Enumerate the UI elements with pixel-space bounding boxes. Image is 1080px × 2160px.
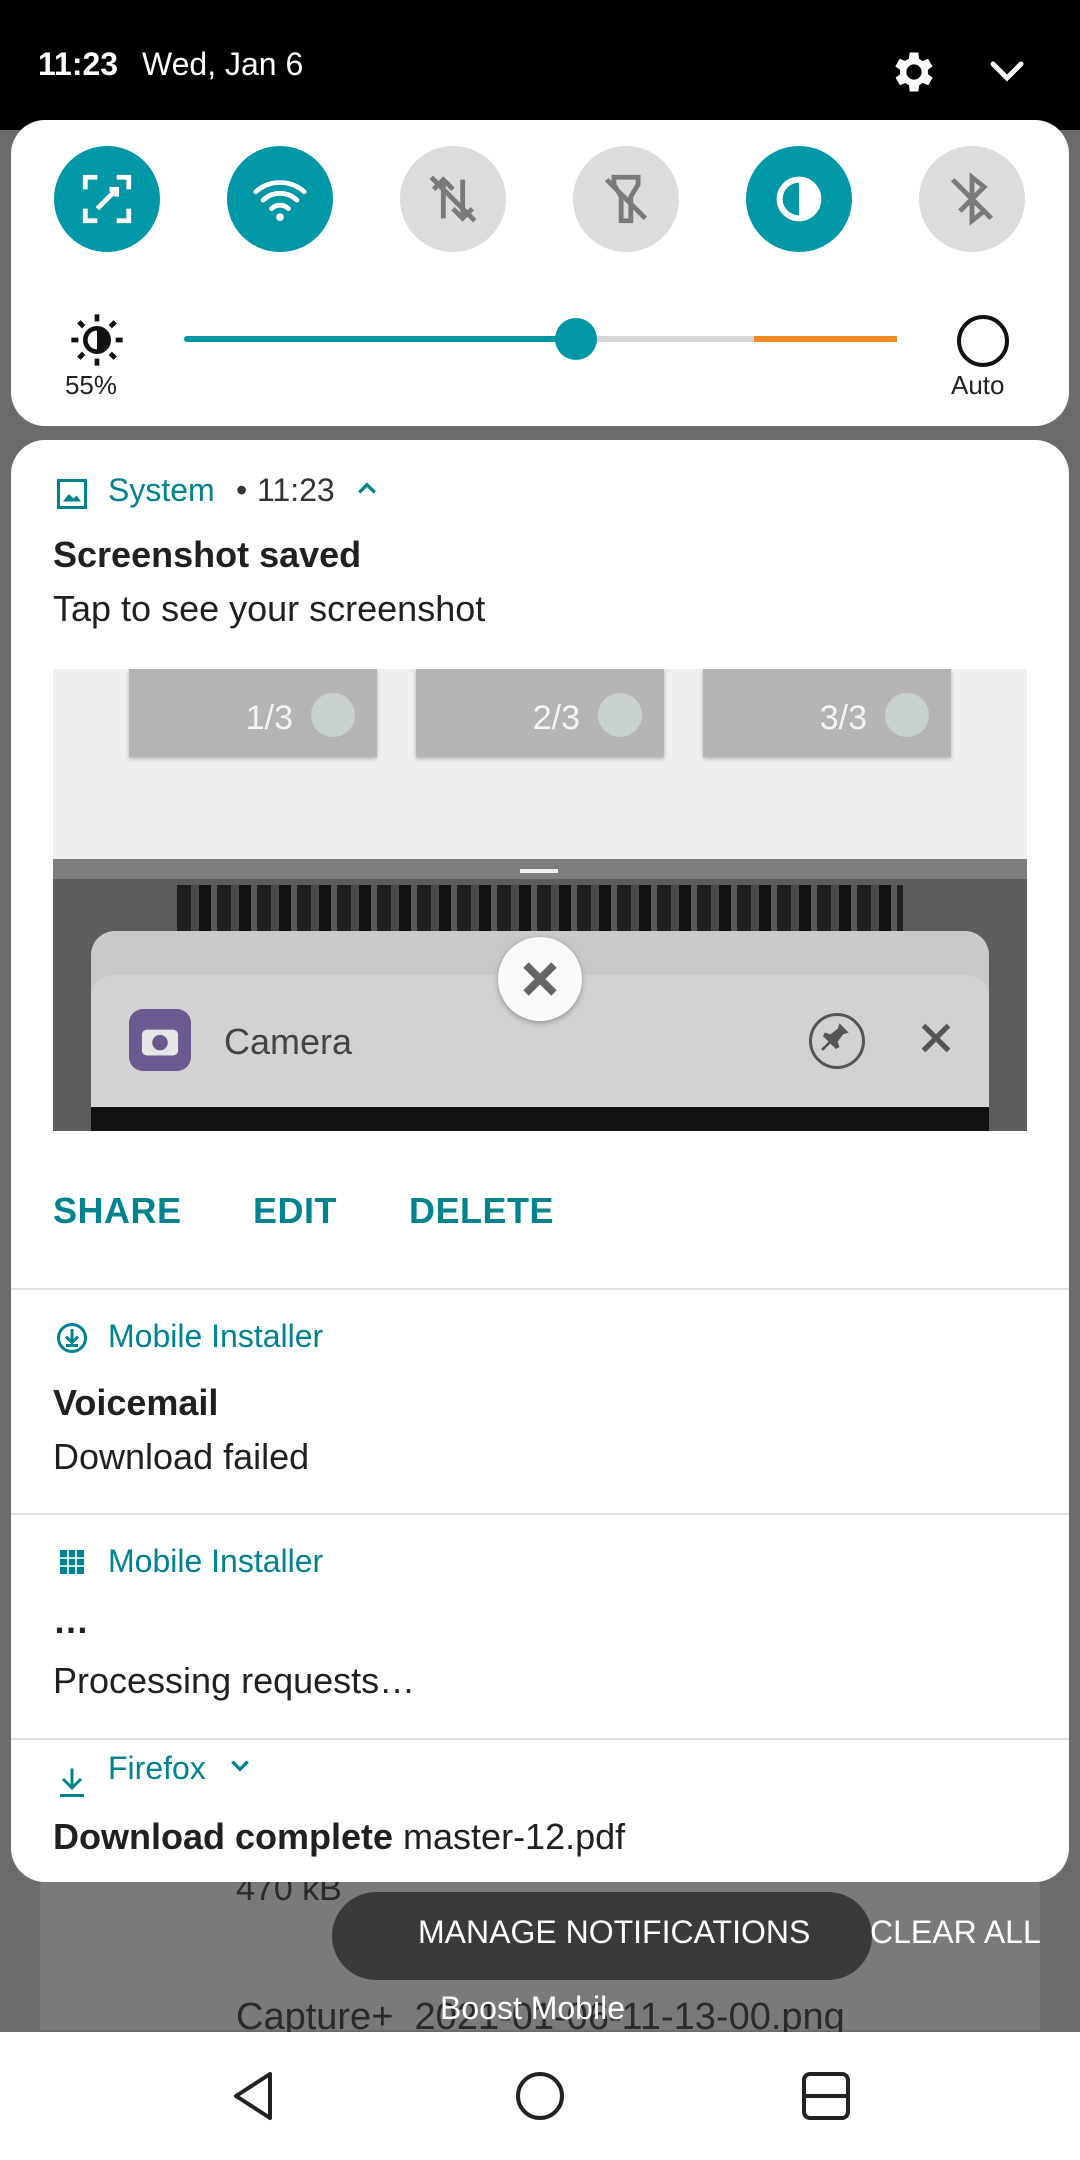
check-icon [598,693,642,737]
flashlight-off-icon [604,174,648,224]
screen-capture-tile[interactable] [54,146,160,252]
preview-page-label: 3/3 [819,699,867,737]
notification-separator: • [236,472,248,508]
notification-app-firefox: Firefox [108,1750,206,1786]
bluetooth-off-icon [950,172,994,226]
grid-app-icon [56,1546,88,1583]
expand-chevron-down-icon[interactable] [229,1758,251,1779]
flashlight-tile[interactable] [573,146,679,252]
divider [11,1738,1069,1740]
expand-chevron-icon[interactable] [356,480,378,501]
manage-notifications-button[interactable]: MANAGE NOTIFICATIONS [418,1914,810,1951]
brightness-high-zone [754,336,897,342]
wifi-tile[interactable] [227,146,333,252]
preview-card-bottom [91,1107,989,1131]
recents-icon[interactable] [798,2068,854,2124]
collapse-chevron-icon[interactable] [985,52,1029,92]
download-arrow-icon [54,1762,90,1807]
preview-handle [520,869,558,873]
screenshot-preview[interactable]: 1/3 2/3 3/3 Camera [53,669,1027,1131]
notification-app-system: System [108,472,215,508]
auto-brightness-label: Auto [951,370,1005,400]
notification-file-firefox: master-12.pdf [403,1816,626,1857]
mobile-data-off-icon [429,175,477,223]
auto-brightness-toggle[interactable] [957,315,1009,367]
preview-page-card: 3/3 [703,669,951,757]
brightness-icon [69,312,125,368]
delete-button[interactable]: DELETE [409,1190,554,1232]
notification-line-firefox: Download complete master-12.pdf [53,1816,625,1858]
notification-app-installer: Mobile Installer [108,1543,324,1579]
notification-title-firefox: Download complete [53,1816,394,1857]
divider [11,1288,1069,1290]
preview-page-card: 1/3 [129,669,377,757]
preview-app-name: Camera [224,1021,353,1062]
notification-body-processing: Processing requests… [53,1660,416,1701]
notification-panel: System • 11:23 Screenshot saved Tap to s… [11,440,1069,1882]
notification-title-processing: … [53,1600,89,1641]
invert-colors-tile[interactable] [746,146,852,252]
notification-time: 11:23 [257,472,335,508]
status-date: Wed, Jan 6 [142,46,304,82]
back-icon[interactable] [226,2068,282,2124]
carrier-label: Boost Mobile [440,1990,625,2026]
notification-title-voicemail: Voicemail [53,1382,219,1423]
check-icon [885,693,929,737]
mobile-data-tile[interactable] [400,146,506,252]
quick-settings-panel: 55% Auto [11,120,1069,426]
notification-body-voicemail: Download failed [53,1436,310,1477]
preview-barcode [177,885,903,935]
notification-app-installer: Mobile Installer [108,1318,324,1354]
wifi-icon [253,180,307,221]
preview-page-card: 2/3 [416,669,664,757]
divider [11,1513,1069,1515]
edit-button[interactable]: EDIT [253,1190,337,1232]
home-icon[interactable] [512,2068,568,2124]
share-button[interactable]: SHARE [53,1190,182,1232]
preview-close-icon [498,937,582,1021]
check-icon [311,693,355,737]
close-icon [911,1013,961,1063]
download-icon [54,1320,90,1361]
preview-page-label: 2/3 [532,699,580,737]
status-time: 11:23 [38,46,119,82]
notification-body-screenshot: Tap to see your screenshot [53,588,486,629]
preview-page-label: 1/3 [245,699,293,737]
brightness-percent: 55% [64,370,118,400]
clear-all-button[interactable]: CLEAR ALL [870,1914,1041,1951]
image-icon [54,476,90,517]
brightness-track-fill [184,336,577,342]
screen-capture-icon [82,174,132,224]
brightness-slider-thumb[interactable] [555,318,598,360]
pin-icon [809,1013,865,1069]
notification-title-screenshot: Screenshot saved [53,534,362,575]
camera-app-icon [129,1009,191,1071]
settings-gear-icon[interactable] [888,46,940,98]
invert-colors-icon [776,176,822,222]
bluetooth-tile[interactable] [919,146,1025,252]
